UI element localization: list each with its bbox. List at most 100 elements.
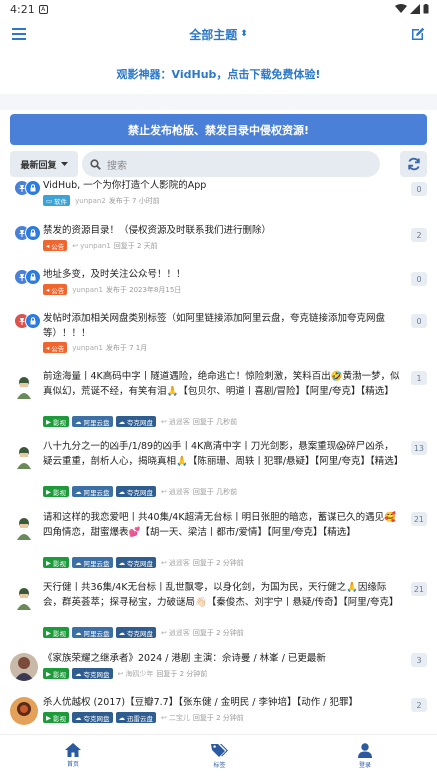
thread-meta: ▭ 软件 yunpan2 发布于 7 小时前 xyxy=(43,195,403,206)
thread-item[interactable]: VidHub, 一个为你打造个人影院的App ▭ 软件 yunpan2 发布于 7… xyxy=(0,178,437,216)
thread-author[interactable]: ↩ 二宝儿 xyxy=(161,713,190,723)
thread-item[interactable]: 八十九分之一的凶手/1/89的凶手丨4K高清中字丨刀光剑影，悬案重现😱碎尸凶杀，… xyxy=(0,439,437,501)
lock-icon xyxy=(25,180,41,196)
sort-label: 最新回复 xyxy=(20,160,57,171)
thread-item[interactable]: 杀人优越权 (2017)【豆瓣7.7】【张东健 / 金明民 / 李钟培】【动作 … xyxy=(0,695,437,731)
thread-author[interactable]: ↩ 逍遥客 xyxy=(161,558,190,568)
sort-dropdown[interactable]: 最新回复 xyxy=(10,151,78,177)
divider xyxy=(0,94,437,110)
tag-quark[interactable]: ☁ 夸克网盘 xyxy=(72,668,113,679)
tag-aliyun[interactable]: ☁ 阿里云盘 xyxy=(72,557,113,568)
tag-movie[interactable]: ▶ 影视 xyxy=(43,486,69,497)
thread-title[interactable]: VidHub, 一个为你打造个人影院的App xyxy=(43,178,403,193)
thread-item[interactable]: 禁发的资源目录！（侵权资源及时联系我们进行删除） ◂ 公告 ↩ yunpan1 回复… xyxy=(0,223,437,261)
cloud-icon: ☁ xyxy=(75,669,82,678)
thread-author[interactable]: ↩ 逍遥客 xyxy=(161,628,190,638)
refresh-button[interactable] xyxy=(400,151,427,177)
thread-title[interactable]: 禁发的资源目录！（侵权资源及时联系我们进行删除） xyxy=(43,223,403,238)
topic-filter-dropdown[interactable]: 全部主题 ⬍ xyxy=(189,26,248,43)
tag-aliyun[interactable]: ☁ 阿里云盘 xyxy=(72,486,113,497)
reply-count: 0 xyxy=(411,272,427,286)
megaphone-icon: ◂ xyxy=(46,343,50,352)
thread-author[interactable]: ↩ 逍遥客 xyxy=(161,417,190,427)
thread-meta: ◂ 公告 ↩ yunpan1 回复于 2 天前 xyxy=(43,240,403,251)
thread-meta: ◂ 公告 yunpan1 发布于 2023年8月15日 xyxy=(43,284,403,295)
avatar[interactable] xyxy=(10,697,38,725)
thread-item[interactable]: 请和这样的我恋爱吧丨共40集/4K超清无台标丨明日张胆的暗恋，蓄谋已久的遇见🥰四… xyxy=(0,510,437,572)
thread-item[interactable]: 发帖时添加相关网盘类别标签（如阿里链接添加阿里云盘，夸克链接添加夸克网盘等）！！… xyxy=(0,311,437,361)
tag-software[interactable]: ▭ 软件 xyxy=(43,195,71,206)
tag-announcement[interactable]: ◂ 公告 xyxy=(43,240,68,251)
thread-author[interactable]: yunpan1 xyxy=(72,286,103,294)
thread-meta: ▶ 影视 ☁ 阿里云盘 ☁ 夸克网盘 ↩ 逍遥客 回复于 2 分钟前 xyxy=(43,627,403,638)
cloud-icon: ☁ xyxy=(118,628,126,637)
user-avatar-icon xyxy=(10,584,38,612)
thread-item[interactable]: 天行健丨共36集/4K无台标丨乱世飘零，以身化剑，为国为民，天行健之🙏因缘际会，… xyxy=(0,580,437,642)
nav-tags[interactable]: 标签 xyxy=(211,743,228,769)
filter-bar: 最新回复 搜索 xyxy=(0,145,437,179)
thread-title[interactable]: 请和这样的我恋爱吧丨共40集/4K超清无台标丨明日张胆的暗恋，蓄谋已久的遇见🥰四… xyxy=(43,510,403,540)
reply-count: 3 xyxy=(411,653,427,667)
home-icon xyxy=(65,743,81,757)
tag-movie[interactable]: ▶ 影视 xyxy=(43,712,69,723)
avatar[interactable] xyxy=(10,653,38,681)
thread-title[interactable]: 天行健丨共36集/4K无台标丨乱世飘零，以身化剑，为国为民，天行健之🙏因缘际会，… xyxy=(43,580,403,610)
reply-arrow-icon: ↩ xyxy=(161,417,167,426)
ad-banner[interactable]: 观影神器：VidHub，点击下载免费体验! xyxy=(0,54,437,94)
tag-quark[interactable]: ☁ 夸克网盘 xyxy=(115,486,156,497)
avatar[interactable] xyxy=(10,373,38,401)
reply-count: 1 xyxy=(411,371,427,385)
announcement-bar[interactable]: 禁止发布枪版、禁发目录中侵权资源! xyxy=(10,114,427,145)
thread-title[interactable]: 八十九分之一的凶手/1/89的凶手丨4K高清中字丨刀光剑影，悬案重现😱碎尸凶杀，… xyxy=(43,439,403,469)
tag-movie[interactable]: ▶ 影视 xyxy=(43,627,69,638)
cloud-icon: ☁ xyxy=(118,713,126,722)
tag-quark[interactable]: ☁ 夸克网盘 xyxy=(115,627,156,638)
menu-button[interactable] xyxy=(8,23,30,45)
tag-movie[interactable]: ▶ 影视 xyxy=(43,416,69,427)
tag-aliyun[interactable]: ☁ 阿里云盘 xyxy=(72,627,113,638)
tag-movie[interactable]: ▶ 影视 xyxy=(43,668,69,679)
nav-login[interactable]: 登录 xyxy=(358,742,372,769)
reply-count: 13 xyxy=(410,441,427,455)
user-avatar-icon xyxy=(10,653,38,681)
thread-item[interactable]: 《家族荣耀之继承者》2024 / 港剧 主演：佘诗曼 / 林峯 / 已更最新 ▶… xyxy=(0,651,437,687)
tag-xunlei[interactable]: ☁ 迅雷云盘 xyxy=(115,712,156,723)
lock-icon xyxy=(25,313,41,329)
tag-quark[interactable]: ☁ 夸克网盘 xyxy=(115,557,156,568)
tag-quark[interactable]: ☁ 夸克网盘 xyxy=(72,712,113,723)
caret-down-icon xyxy=(60,162,68,166)
compose-button[interactable] xyxy=(407,23,429,45)
thread-author[interactable]: yunpan1 xyxy=(72,344,103,352)
thread-title[interactable]: 《家族荣耀之继承者》2024 / 港剧 主演：佘诗曼 / 林峯 / 已更最新 xyxy=(43,651,403,666)
tag-announcement[interactable]: ◂ 公告 xyxy=(43,284,68,295)
thread-time: 发布于 7 小时前 xyxy=(108,196,160,205)
thread-item[interactable]: 地址多变，及时关注公众号！！！ ◂ 公告 yunpan1 发布于 2023年8月1… xyxy=(0,267,437,305)
tag-announcement[interactable]: ◂ 公告 xyxy=(43,342,68,353)
user-icon xyxy=(358,742,372,758)
tag-movie[interactable]: ▶ 影视 xyxy=(43,557,69,568)
thread-time: 回复于 几秒前 xyxy=(192,487,238,496)
avatar[interactable] xyxy=(10,514,38,542)
thread-title[interactable]: 杀人优越权 (2017)【豆瓣7.7】【张东健 / 金明民 / 李钟培】【动作 … xyxy=(43,695,403,710)
thread-item[interactable]: 前途海量丨4K高码中字丨隧道遇险，绝命逃亡！惊险刺激，笑料百出🤣黄渤一梦，似真似… xyxy=(0,369,437,431)
thread-meta: ▶ 影视 ☁ 阿里云盘 ☁ 夸克网盘 ↩ 逍遥客 回复于 几秒前 xyxy=(43,416,403,427)
thread-author[interactable]: ↩ 海鸥少年 xyxy=(118,669,154,679)
thread-time: 回复于 2 分钟前 xyxy=(156,669,208,678)
search-input[interactable]: 搜索 xyxy=(82,151,380,177)
thread-author[interactable]: yunpan2 xyxy=(75,197,106,205)
lock-icon xyxy=(25,225,41,241)
thread-title[interactable]: 前途海量丨4K高码中字丨隧道遇险，绝命逃亡！惊险刺激，笑料百出🤣黄渤一梦，似真似… xyxy=(43,369,403,399)
tag-quark[interactable]: ☁ 夸克网盘 xyxy=(115,416,156,427)
nav-home-label: 首页 xyxy=(66,761,79,768)
refresh-icon xyxy=(407,157,420,171)
thread-meta: ▶ 影视 ☁ 夸克网盘 ↩ 海鸥少年 回复于 2 分钟前 xyxy=(43,668,403,679)
cloud-icon: ☁ xyxy=(118,417,126,426)
thread-title[interactable]: 发帖时添加相关网盘类别标签（如阿里链接添加阿里云盘，夸克链接添加夸克网盘等）！！… xyxy=(43,311,403,341)
avatar[interactable] xyxy=(10,443,38,471)
thread-title[interactable]: 地址多变，及时关注公众号！！！ xyxy=(43,267,403,282)
nav-home[interactable]: 首页 xyxy=(65,743,81,768)
thread-author[interactable]: ↩ yunpan1 xyxy=(72,242,111,250)
tag-aliyun[interactable]: ☁ 阿里云盘 xyxy=(72,416,113,427)
avatar[interactable] xyxy=(10,584,38,612)
thread-author[interactable]: ↩ 逍遥客 xyxy=(161,487,190,497)
